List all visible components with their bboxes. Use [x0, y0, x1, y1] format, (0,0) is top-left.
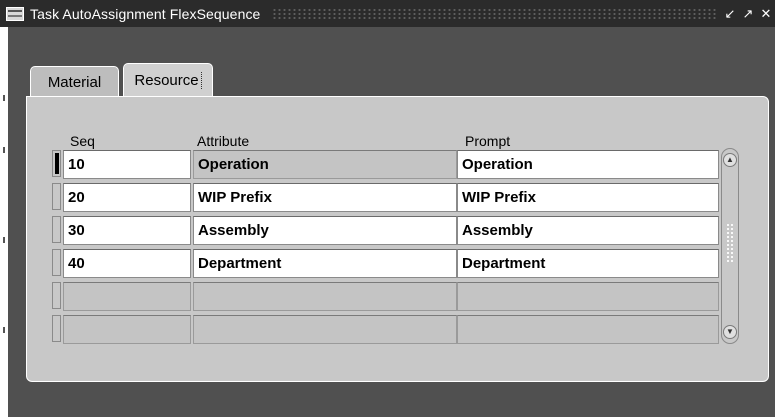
seq-field[interactable]: 30 — [63, 216, 191, 245]
minimize-icon[interactable]: ↙ — [723, 6, 737, 21]
scroll-thumb-grip[interactable] — [726, 223, 734, 263]
seq-field[interactable] — [63, 315, 191, 344]
tab-resource-label: Resource — [134, 72, 202, 89]
seq-field[interactable]: 10 — [63, 150, 191, 179]
attribute-field[interactable]: WIP Prefix — [193, 183, 457, 212]
attribute-field[interactable]: Department — [193, 249, 457, 278]
record-indicator[interactable] — [52, 183, 61, 210]
record-indicator[interactable] — [52, 216, 61, 243]
record-indicator[interactable] — [52, 249, 61, 276]
title-bar[interactable]: Task AutoAssignment FlexSequence ↙ ↗ ✕ — [0, 0, 775, 27]
scroll-down-icon[interactable]: ▼ — [723, 325, 737, 339]
record-indicator[interactable] — [52, 315, 61, 342]
vertical-scrollbar[interactable]: ▲ ▼ — [721, 148, 739, 344]
seq-field[interactable]: 20 — [63, 183, 191, 212]
forms-window: Task AutoAssignment FlexSequence ↙ ↗ ✕ M… — [0, 0, 775, 417]
column-header-prompt: Prompt — [465, 133, 511, 149]
attribute-field[interactable]: Operation — [193, 150, 457, 179]
prompt-field[interactable] — [457, 315, 719, 344]
column-header-seq: Seq — [70, 133, 95, 149]
scroll-up-icon[interactable]: ▲ — [723, 153, 737, 167]
window-title: Task AutoAssignment FlexSequence — [30, 5, 261, 22]
current-record-indicator[interactable] — [52, 150, 61, 177]
oracle-forms-icon — [6, 6, 24, 21]
seq-field[interactable]: 40 — [63, 249, 191, 278]
close-icon[interactable]: ✕ — [759, 6, 773, 21]
prompt-field[interactable]: WIP Prefix — [457, 183, 719, 212]
prompt-field[interactable]: Operation — [457, 150, 719, 179]
tab-material-label: Material — [47, 73, 102, 91]
prompt-field[interactable] — [457, 282, 719, 311]
title-bar-grip — [272, 7, 717, 20]
record-indicator[interactable] — [52, 282, 61, 309]
prompt-field[interactable]: Assembly — [457, 216, 719, 245]
column-header-attribute: Attribute — [197, 133, 250, 149]
maximize-icon[interactable]: ↗ — [741, 6, 755, 21]
attribute-field[interactable]: Assembly — [193, 216, 457, 245]
attribute-field[interactable] — [193, 282, 457, 311]
prompt-field[interactable]: Department — [457, 249, 719, 278]
tab-resource[interactable]: Resource — [123, 63, 213, 97]
tab-material[interactable]: Material — [30, 66, 119, 97]
attribute-field[interactable] — [193, 315, 457, 344]
window-controls: ↙ ↗ ✕ — [723, 6, 773, 21]
background-edge — [0, 27, 8, 417]
seq-field[interactable] — [63, 282, 191, 311]
